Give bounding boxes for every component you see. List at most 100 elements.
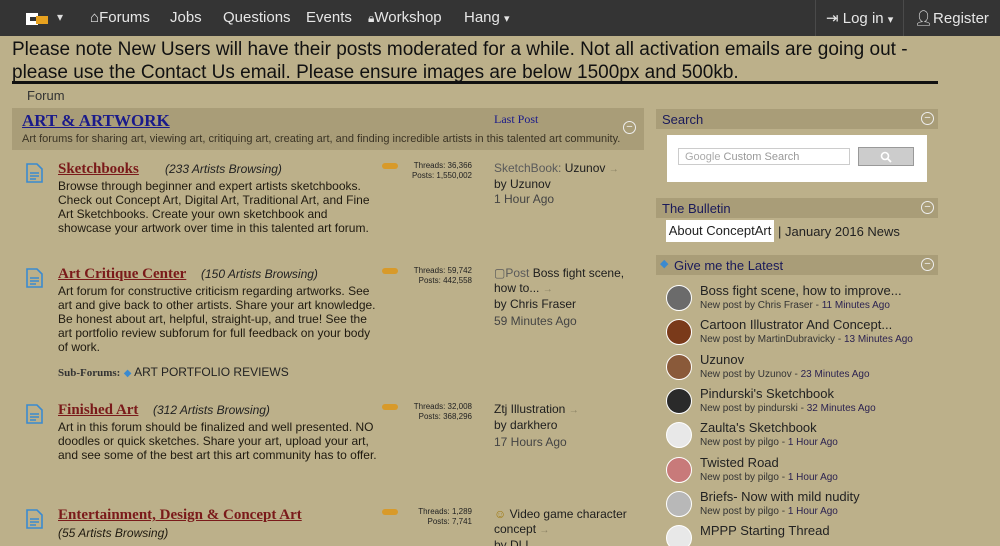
subforum-link[interactable]: ART PORTFOLIO REVIEWS [134, 365, 289, 379]
nav-forums[interactable]: ⌂Forums [90, 9, 150, 26]
login-icon: ⇥ [826, 10, 839, 27]
latest-item-time[interactable]: 1 Hour Ago [788, 437, 838, 448]
latest-item-meta: New post by MartinDubravicky - 13 Minute… [700, 334, 913, 345]
search-panel-title: Search [662, 112, 704, 127]
avatar[interactable] [666, 457, 692, 483]
forum-title[interactable]: Entertainment, Design & Concept Art [58, 507, 302, 524]
thread-count: Threads: 1,289 [418, 507, 472, 516]
latest-item-title[interactable]: Zaulta's Sketchbook [700, 420, 817, 435]
latest-item: Boss fight scene, how to improve... New … [666, 283, 938, 317]
thread-count: Threads: 36,366 [413, 161, 472, 170]
nav-divider [903, 0, 904, 36]
latest-item-title[interactable]: Cartoon Illustrator And Concept... [700, 317, 892, 332]
last-post-by: by [494, 177, 511, 191]
nav-events[interactable]: Events [306, 9, 352, 26]
bulletin-links: | January 2016 News [778, 224, 900, 239]
avatar[interactable] [666, 422, 692, 448]
search-input[interactable]: Google Custom Search [678, 148, 850, 165]
latest-item-time[interactable]: 11 Minutes Ago [822, 300, 890, 311]
latest-item-title[interactable]: Briefs- Now with mild nudity [700, 489, 860, 504]
collapse-icon[interactable]: − [921, 258, 934, 271]
latest-item-title[interactable]: MPPP Starting Thread [700, 523, 830, 538]
latest-item-title[interactable]: Uzunov [700, 352, 744, 367]
site-logo-icon[interactable] [24, 10, 50, 28]
register-label: Register [933, 10, 989, 27]
arrow-right-icon[interactable]: → [539, 525, 549, 536]
last-post-link[interactable]: Uzunov [565, 161, 606, 175]
arrow-right-icon[interactable]: → [609, 164, 619, 175]
collapse-icon[interactable]: − [623, 121, 636, 134]
latest-item-time[interactable]: 1 Hour Ago [788, 472, 838, 483]
latest-item-time[interactable]: 13 Minutes Ago [844, 334, 913, 345]
arrow-right-icon[interactable]: → [569, 405, 579, 416]
speech-bubble-icon: ◆ [660, 258, 669, 270]
collapse-icon[interactable]: − [921, 201, 934, 214]
latest-item: Cartoon Illustrator And Concept... New p… [666, 317, 938, 351]
search-placeholder: Custom Search [723, 151, 800, 163]
last-post-author[interactable]: darkhero [510, 418, 557, 432]
latest-item: Briefs- Now with mild nudity New post by… [666, 489, 938, 523]
breadcrumb[interactable]: Forum [27, 88, 65, 103]
latest-item: Zaulta's Sketchbook New post by pilgo - … [666, 420, 938, 454]
nav-forums-label: Forums [99, 9, 150, 26]
last-post-by: by [494, 538, 511, 546]
avatar[interactable] [666, 354, 692, 380]
nav-hang[interactable]: Hang ▾ [464, 9, 510, 26]
chevron-down-icon[interactable]: ▾ [57, 10, 63, 24]
latest-item-time[interactable]: 23 Minutes Ago [801, 369, 870, 380]
arrow-right-icon[interactable]: → [543, 284, 553, 295]
last-post-author[interactable]: DLL [510, 538, 532, 546]
last-post-by: by [494, 297, 511, 311]
latest-item-meta: New post by pindurski - 32 Minutes Ago [700, 403, 876, 414]
google-label: Google [685, 151, 721, 163]
nav-questions[interactable]: Questions [223, 9, 291, 26]
nav-jobs[interactable]: Jobs [170, 9, 202, 26]
search-panel-header: Search − [656, 109, 938, 129]
collapse-icon[interactable]: − [921, 112, 934, 125]
last-post: ▢Post Boss fight scene, how to... → by C… [494, 266, 644, 331]
about-conceptart-button[interactable]: About ConceptArt [666, 220, 774, 242]
avatar[interactable] [666, 388, 692, 414]
moderation-notice: Please note New Users will have their po… [12, 39, 908, 83]
last-post-prefix: Post [505, 266, 533, 280]
last-post-by: by [494, 418, 511, 432]
forum-title[interactable]: Finished Art [58, 402, 138, 419]
latest-item-time[interactable]: 1 Hour Ago [788, 506, 838, 517]
forum-title[interactable]: Art Critique Center [58, 266, 186, 283]
nav-workshop[interactable]: 🔒︎Workshop [368, 9, 442, 26]
forum-stats: Threads: 1,289 Posts: 7,741 [394, 507, 472, 527]
latest-item-title[interactable]: Boss fight scene, how to improve... [700, 283, 902, 298]
latest-item-time[interactable]: 32 Minutes Ago [807, 403, 876, 414]
latest-item-author: New post by MartinDubravicky - [700, 334, 844, 345]
last-post-author[interactable]: Chris Fraser [510, 297, 576, 311]
latest-item-author: New post by Uzunov - [700, 369, 801, 380]
nav-hang-label: Hang [464, 9, 500, 26]
latest-item: Uzunov New post by Uzunov - 23 Minutes A… [666, 352, 938, 386]
section-title[interactable]: ART & ARTWORK [22, 111, 170, 131]
avatar[interactable] [666, 525, 692, 546]
forum-title[interactable]: Sketchbooks [58, 161, 139, 178]
january-news-link[interactable]: January 2016 News [785, 224, 900, 239]
login-button[interactable]: ⇥ Log in ▾ [826, 9, 893, 27]
search-button[interactable] [858, 147, 914, 166]
subforum-icon: ◆ [123, 368, 132, 379]
forum-row: Art Critique Center (150 Artists Browsin… [12, 266, 644, 386]
avatar[interactable] [666, 319, 692, 345]
notice-divider [12, 81, 938, 84]
last-post-link[interactable]: Video game character concept [494, 507, 627, 536]
latest-item: MPPP Starting Thread [666, 523, 938, 546]
latest-item-title[interactable]: Pindurski's Sketchbook [700, 386, 834, 401]
bulletin-separator: | [778, 224, 782, 239]
avatar[interactable] [666, 491, 692, 517]
bulletin-panel-title: The Bulletin [662, 201, 731, 216]
avatar[interactable] [666, 285, 692, 311]
forum-browsing: (150 Artists Browsing) [201, 267, 318, 281]
nav-divider [815, 0, 816, 36]
forum-document-icon [26, 509, 43, 529]
last-post-link[interactable]: Ztj Illustration [494, 402, 565, 416]
register-button[interactable]: 👤︎Register [914, 9, 989, 27]
last-post-author[interactable]: Uzunov [510, 177, 551, 191]
latest-item-title[interactable]: Twisted Road [700, 455, 779, 470]
latest-item-meta: New post by Uzunov - 23 Minutes Ago [700, 369, 870, 380]
last-post-prefix: SketchBook: [494, 161, 565, 175]
